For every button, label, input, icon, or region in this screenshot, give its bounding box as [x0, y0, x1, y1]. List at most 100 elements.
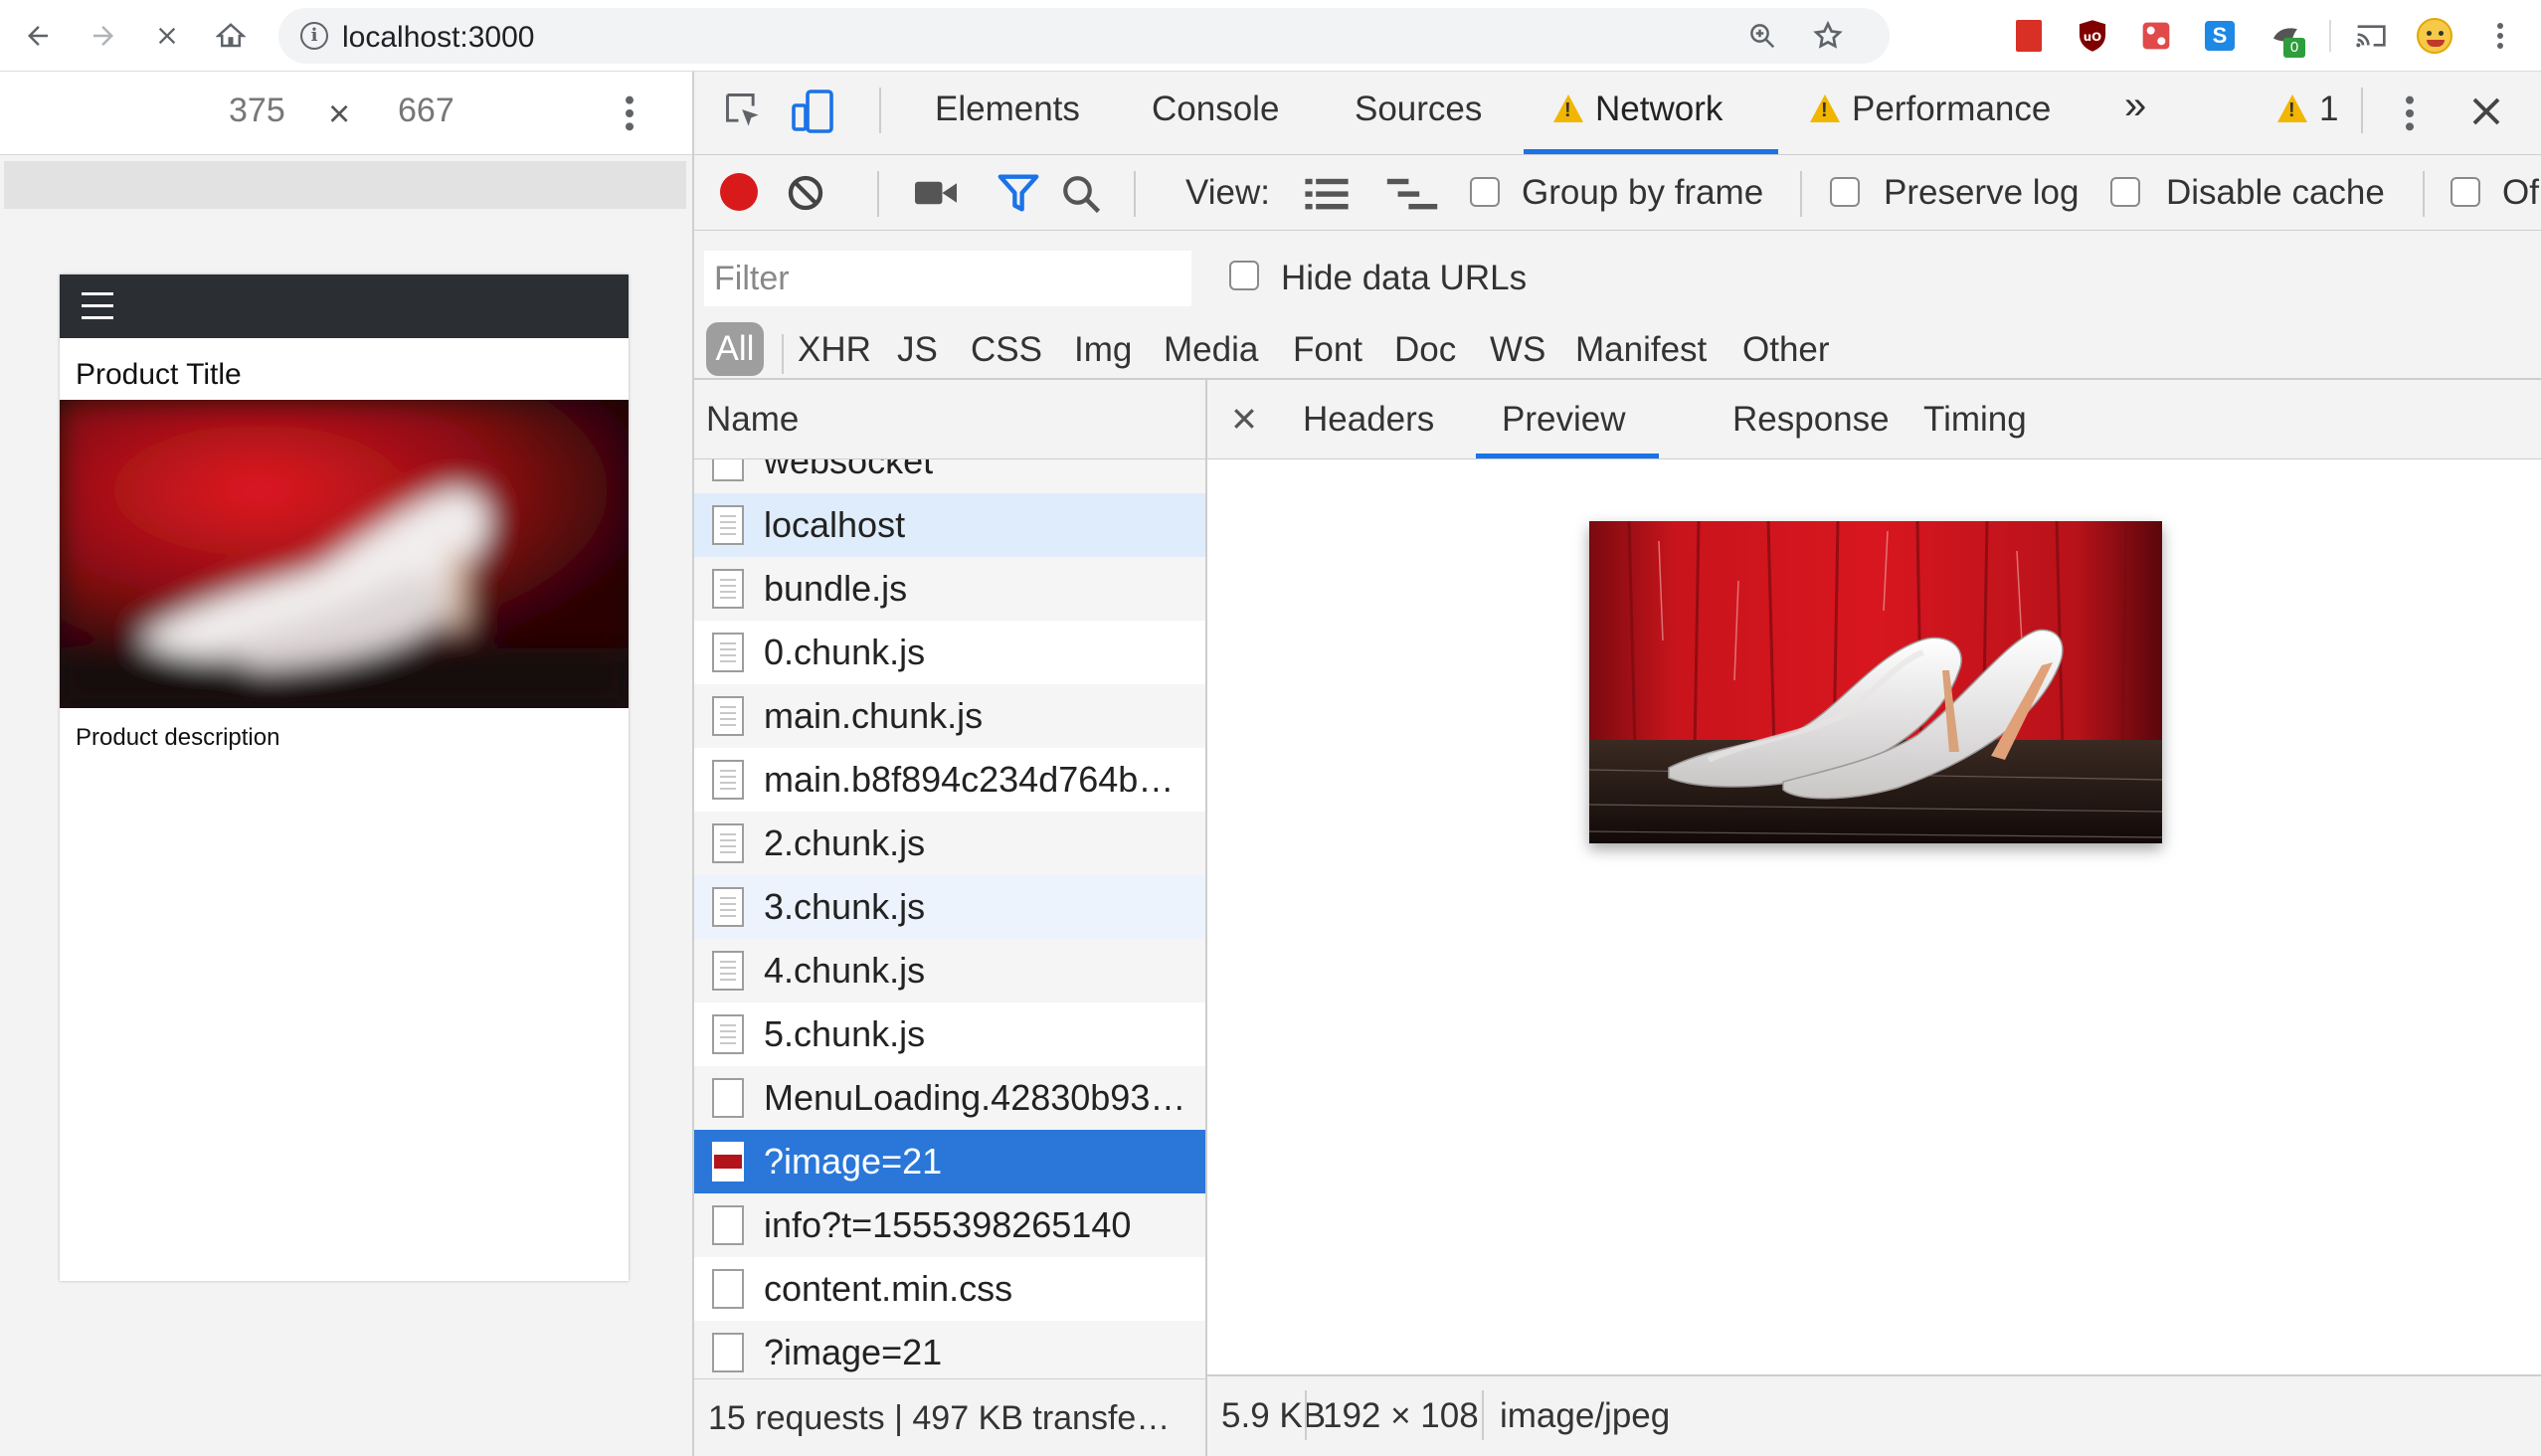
request-row[interactable]: localhost	[694, 493, 1205, 557]
waterfall-overview-icon[interactable]	[1386, 177, 1438, 218]
tab-headers[interactable]: Headers	[1303, 400, 1434, 440]
request-row[interactable]: 5.chunk.js	[694, 1002, 1205, 1066]
cast-icon[interactable]	[2351, 16, 2391, 56]
request-row[interactable]: ?image=21	[694, 1130, 1205, 1193]
browser-menu-icon[interactable]	[2480, 16, 2520, 56]
tab-sources[interactable]: Sources	[1355, 90, 1482, 129]
type-filter-img[interactable]: Img	[1074, 330, 1132, 370]
stop-loading-icon[interactable]	[145, 14, 189, 58]
offline-label: Of	[2502, 173, 2539, 212]
home-icon[interactable]	[209, 14, 253, 58]
offline-checkbox[interactable]	[2450, 177, 2480, 207]
request-row[interactable]: info?t=1555398265140	[694, 1193, 1205, 1257]
request-detail-pane: Headers Preview Response Timing 5.9 KB 1…	[1207, 380, 2541, 1456]
extension-puzzle-red-icon[interactable]	[2136, 16, 2176, 56]
ublock-origin-icon[interactable]: uO	[2073, 16, 2112, 56]
clear-icon[interactable]	[786, 173, 825, 218]
type-filter-css[interactable]: CSS	[971, 330, 1042, 370]
request-row[interactable]: 2.chunk.js	[694, 812, 1205, 875]
type-filter-other[interactable]: Other	[1742, 330, 1830, 370]
device-toolbar-toggle-icon[interactable]	[790, 88, 837, 140]
screenshot-camera-icon[interactable]	[915, 177, 957, 214]
preserve-log-checkbox[interactable]	[1830, 177, 1860, 207]
zoom-icon[interactable]	[1742, 16, 1782, 56]
request-row[interactable]: websocket	[694, 459, 1205, 493]
document-file-icon	[712, 760, 744, 800]
name-column-header[interactable]: Name	[694, 380, 1205, 459]
warnings-counter[interactable]: 1	[2277, 90, 2338, 129]
network-warning-icon	[1553, 94, 1583, 122]
request-list[interactable]: websocket localhost bundle.js 0.chunk.js mai…	[694, 459, 1205, 1378]
type-filter-font[interactable]: Font	[1293, 330, 1362, 370]
blank-file-icon	[712, 1333, 744, 1372]
type-filter-media[interactable]: Media	[1164, 330, 1258, 370]
type-filter-ws[interactable]: WS	[1490, 330, 1545, 370]
address-bar[interactable]: i localhost:3000	[278, 8, 1890, 64]
warnings-count: 1	[2319, 90, 2339, 128]
back-icon[interactable]	[16, 14, 60, 58]
request-name: main.chunk.js	[764, 695, 984, 736]
large-rows-list-icon[interactable]	[1305, 177, 1349, 218]
profile-avatar-icon[interactable]	[2415, 16, 2454, 56]
type-filter-doc[interactable]: Doc	[1394, 330, 1456, 370]
type-filter-xhr[interactable]: XHR	[798, 330, 871, 370]
devtools-menu-icon[interactable]	[2405, 93, 2415, 138]
toolbar-divider	[1134, 171, 1136, 217]
tab-elements[interactable]: Elements	[935, 90, 1080, 129]
request-row[interactable]: 3.chunk.js	[694, 875, 1205, 939]
svg-text:uO: uO	[2084, 30, 2101, 44]
filter-funnel-icon[interactable]	[997, 173, 1040, 218]
request-row[interactable]: 0.chunk.js	[694, 621, 1205, 684]
device-width-input[interactable]: 375	[229, 91, 285, 130]
search-icon[interactable]	[1060, 173, 1102, 220]
tab-performance[interactable]: Performance	[1810, 90, 2051, 129]
request-row[interactable]: bundle.js	[694, 557, 1205, 621]
request-row[interactable]: MenuLoading.42830b93…	[694, 1066, 1205, 1130]
extension-ghost-icon[interactable]: 0	[2266, 16, 2305, 58]
tab-console[interactable]: Console	[1152, 90, 1279, 129]
hide-data-urls-checkbox[interactable]	[1229, 261, 1259, 290]
tab-timing[interactable]: Timing	[1923, 400, 2027, 440]
bookmark-star-icon[interactable]	[1808, 16, 1848, 56]
request-row[interactable]: main.chunk.js	[694, 684, 1205, 748]
inspect-element-icon[interactable]	[722, 90, 766, 138]
media-query-ruler[interactable]	[4, 161, 686, 209]
tab-bar-divider	[2361, 88, 2363, 133]
site-info-icon[interactable]: i	[300, 22, 328, 50]
request-row[interactable]: main.b8f894c234d764b…	[694, 748, 1205, 812]
hamburger-menu-icon[interactable]	[82, 292, 113, 320]
close-devtools-icon[interactable]	[2468, 93, 2504, 134]
request-row[interactable]: ?image=21	[694, 1321, 1205, 1378]
forward-icon[interactable]	[82, 14, 125, 58]
request-row[interactable]: 4.chunk.js	[694, 939, 1205, 1002]
device-height-input[interactable]: 667	[398, 91, 454, 130]
tab-network[interactable]: Network	[1553, 90, 1723, 129]
record-button[interactable]	[720, 173, 758, 211]
type-filter-js[interactable]: JS	[897, 330, 938, 370]
disable-cache-checkbox[interactable]	[2110, 177, 2140, 207]
extension-red-book-icon[interactable]	[2009, 16, 2049, 56]
group-by-frame-checkbox[interactable]	[1470, 177, 1500, 207]
type-filter-manifest[interactable]: Manifest	[1575, 330, 1707, 370]
device-options-menu-icon[interactable]	[625, 93, 635, 138]
toolbar-divider	[877, 171, 879, 217]
device-toolbar: 375 × 667	[0, 72, 692, 155]
request-name: info?t=1555398265140	[764, 1204, 1132, 1245]
more-tabs-icon[interactable]: »	[2124, 84, 2146, 128]
tab-preview[interactable]: Preview	[1502, 400, 1625, 440]
image-file-icon	[712, 1142, 744, 1182]
active-detail-tab-indicator	[1476, 454, 1659, 458]
tab-performance-label: Performance	[1852, 90, 2052, 128]
request-name: 4.chunk.js	[764, 950, 926, 991]
hide-data-urls-label: Hide data URLs	[1281, 259, 1528, 297]
blank-file-icon	[712, 1205, 744, 1245]
request-name: content.min.css	[764, 1268, 1013, 1309]
type-filter-all[interactable]: All	[706, 322, 764, 376]
filter-input[interactable]	[704, 251, 1191, 306]
request-row[interactable]: content.min.css	[694, 1257, 1205, 1321]
extension-s-icon[interactable]: S	[2200, 16, 2240, 56]
tab-response[interactable]: Response	[1732, 400, 1890, 440]
toolbar-divider	[2329, 20, 2331, 52]
document-file-icon	[712, 1014, 744, 1054]
close-detail-icon[interactable]	[1229, 404, 1259, 439]
